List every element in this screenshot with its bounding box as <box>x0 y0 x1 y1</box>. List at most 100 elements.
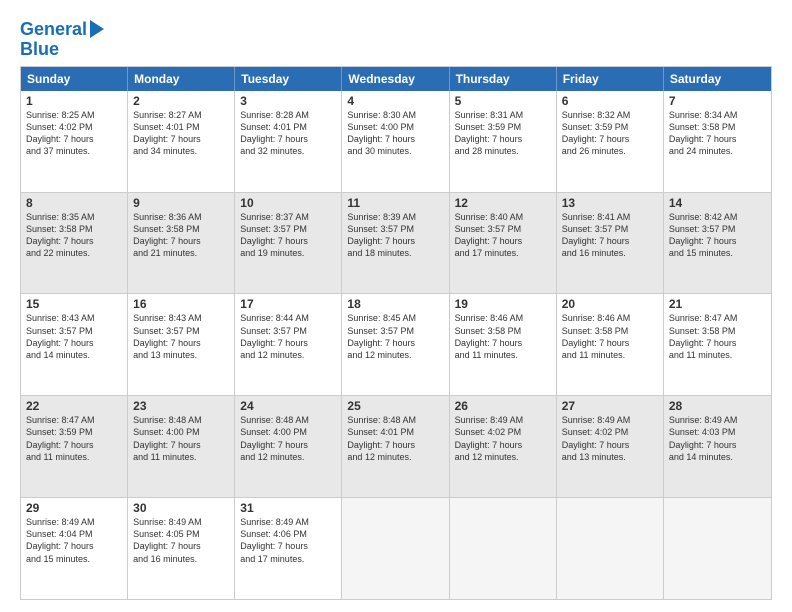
day-number: 30 <box>133 501 229 515</box>
day-number: 6 <box>562 94 658 108</box>
calendar-cell: 8Sunrise: 8:35 AMSunset: 3:58 PMDaylight… <box>21 193 128 294</box>
calendar-cell: 25Sunrise: 8:48 AMSunset: 4:01 PMDayligh… <box>342 396 449 497</box>
header-cell-friday: Friday <box>557 67 664 91</box>
cell-details: Sunrise: 8:28 AMSunset: 4:01 PMDaylight:… <box>240 109 336 158</box>
cell-details: Sunrise: 8:43 AMSunset: 3:57 PMDaylight:… <box>26 312 122 361</box>
day-number: 26 <box>455 399 551 413</box>
calendar-cell: 4Sunrise: 8:30 AMSunset: 4:00 PMDaylight… <box>342 91 449 192</box>
day-number: 3 <box>240 94 336 108</box>
header-cell-sunday: Sunday <box>21 67 128 91</box>
day-number: 12 <box>455 196 551 210</box>
day-number: 5 <box>455 94 551 108</box>
calendar-cell: 12Sunrise: 8:40 AMSunset: 3:57 PMDayligh… <box>450 193 557 294</box>
logo-text-line2: Blue <box>20 40 106 60</box>
cell-details: Sunrise: 8:49 AMSunset: 4:02 PMDaylight:… <box>562 414 658 463</box>
calendar-cell: 3Sunrise: 8:28 AMSunset: 4:01 PMDaylight… <box>235 91 342 192</box>
logo: General Blue <box>20 20 106 60</box>
header: General Blue <box>20 16 772 60</box>
calendar-cell: 30Sunrise: 8:49 AMSunset: 4:05 PMDayligh… <box>128 498 235 599</box>
day-number: 22 <box>26 399 122 413</box>
header-cell-tuesday: Tuesday <box>235 67 342 91</box>
calendar-cell: 14Sunrise: 8:42 AMSunset: 3:57 PMDayligh… <box>664 193 771 294</box>
calendar-cell: 24Sunrise: 8:48 AMSunset: 4:00 PMDayligh… <box>235 396 342 497</box>
day-number: 11 <box>347 196 443 210</box>
day-number: 13 <box>562 196 658 210</box>
cell-details: Sunrise: 8:37 AMSunset: 3:57 PMDaylight:… <box>240 211 336 260</box>
calendar-cell: 7Sunrise: 8:34 AMSunset: 3:58 PMDaylight… <box>664 91 771 192</box>
calendar-cell: 10Sunrise: 8:37 AMSunset: 3:57 PMDayligh… <box>235 193 342 294</box>
day-number: 19 <box>455 297 551 311</box>
cell-details: Sunrise: 8:36 AMSunset: 3:58 PMDaylight:… <box>133 211 229 260</box>
day-number: 7 <box>669 94 766 108</box>
calendar-cell: 1Sunrise: 8:25 AMSunset: 4:02 PMDaylight… <box>21 91 128 192</box>
calendar-cell: 18Sunrise: 8:45 AMSunset: 3:57 PMDayligh… <box>342 294 449 395</box>
calendar-cell: 22Sunrise: 8:47 AMSunset: 3:59 PMDayligh… <box>21 396 128 497</box>
cell-details: Sunrise: 8:49 AMSunset: 4:05 PMDaylight:… <box>133 516 229 565</box>
header-cell-thursday: Thursday <box>450 67 557 91</box>
calendar-row-3: 15Sunrise: 8:43 AMSunset: 3:57 PMDayligh… <box>21 294 771 396</box>
cell-details: Sunrise: 8:42 AMSunset: 3:57 PMDaylight:… <box>669 211 766 260</box>
calendar-header: SundayMondayTuesdayWednesdayThursdayFrid… <box>21 67 771 91</box>
cell-details: Sunrise: 8:30 AMSunset: 4:00 PMDaylight:… <box>347 109 443 158</box>
day-number: 15 <box>26 297 122 311</box>
day-number: 16 <box>133 297 229 311</box>
cell-details: Sunrise: 8:25 AMSunset: 4:02 PMDaylight:… <box>26 109 122 158</box>
calendar-cell: 16Sunrise: 8:43 AMSunset: 3:57 PMDayligh… <box>128 294 235 395</box>
calendar-row-2: 8Sunrise: 8:35 AMSunset: 3:58 PMDaylight… <box>21 193 771 295</box>
day-number: 1 <box>26 94 122 108</box>
calendar-cell: 17Sunrise: 8:44 AMSunset: 3:57 PMDayligh… <box>235 294 342 395</box>
day-number: 17 <box>240 297 336 311</box>
calendar-row-1: 1Sunrise: 8:25 AMSunset: 4:02 PMDaylight… <box>21 91 771 193</box>
calendar-cell: 11Sunrise: 8:39 AMSunset: 3:57 PMDayligh… <box>342 193 449 294</box>
cell-details: Sunrise: 8:31 AMSunset: 3:59 PMDaylight:… <box>455 109 551 158</box>
cell-details: Sunrise: 8:41 AMSunset: 3:57 PMDaylight:… <box>562 211 658 260</box>
cell-details: Sunrise: 8:49 AMSunset: 4:06 PMDaylight:… <box>240 516 336 565</box>
day-number: 14 <box>669 196 766 210</box>
calendar-cell: 5Sunrise: 8:31 AMSunset: 3:59 PMDaylight… <box>450 91 557 192</box>
header-cell-monday: Monday <box>128 67 235 91</box>
cell-details: Sunrise: 8:45 AMSunset: 3:57 PMDaylight:… <box>347 312 443 361</box>
cell-details: Sunrise: 8:46 AMSunset: 3:58 PMDaylight:… <box>562 312 658 361</box>
day-number: 24 <box>240 399 336 413</box>
calendar-cell: 29Sunrise: 8:49 AMSunset: 4:04 PMDayligh… <box>21 498 128 599</box>
logo-text-line1: General <box>20 20 87 40</box>
cell-details: Sunrise: 8:46 AMSunset: 3:58 PMDaylight:… <box>455 312 551 361</box>
day-number: 20 <box>562 297 658 311</box>
cell-details: Sunrise: 8:48 AMSunset: 4:01 PMDaylight:… <box>347 414 443 463</box>
day-number: 31 <box>240 501 336 515</box>
calendar-cell: 6Sunrise: 8:32 AMSunset: 3:59 PMDaylight… <box>557 91 664 192</box>
calendar-cell: 31Sunrise: 8:49 AMSunset: 4:06 PMDayligh… <box>235 498 342 599</box>
day-number: 21 <box>669 297 766 311</box>
cell-details: Sunrise: 8:32 AMSunset: 3:59 PMDaylight:… <box>562 109 658 158</box>
cell-details: Sunrise: 8:49 AMSunset: 4:03 PMDaylight:… <box>669 414 766 463</box>
calendar-cell: 23Sunrise: 8:48 AMSunset: 4:00 PMDayligh… <box>128 396 235 497</box>
day-number: 2 <box>133 94 229 108</box>
calendar-cell <box>342 498 449 599</box>
day-number: 9 <box>133 196 229 210</box>
day-number: 25 <box>347 399 443 413</box>
day-number: 4 <box>347 94 443 108</box>
cell-details: Sunrise: 8:39 AMSunset: 3:57 PMDaylight:… <box>347 211 443 260</box>
cell-details: Sunrise: 8:40 AMSunset: 3:57 PMDaylight:… <box>455 211 551 260</box>
cell-details: Sunrise: 8:49 AMSunset: 4:04 PMDaylight:… <box>26 516 122 565</box>
calendar-cell: 15Sunrise: 8:43 AMSunset: 3:57 PMDayligh… <box>21 294 128 395</box>
cell-details: Sunrise: 8:35 AMSunset: 3:58 PMDaylight:… <box>26 211 122 260</box>
calendar-cell: 28Sunrise: 8:49 AMSunset: 4:03 PMDayligh… <box>664 396 771 497</box>
calendar: SundayMondayTuesdayWednesdayThursdayFrid… <box>20 66 772 600</box>
calendar-cell <box>664 498 771 599</box>
calendar-body: 1Sunrise: 8:25 AMSunset: 4:02 PMDaylight… <box>21 91 771 599</box>
calendar-row-4: 22Sunrise: 8:47 AMSunset: 3:59 PMDayligh… <box>21 396 771 498</box>
day-number: 23 <box>133 399 229 413</box>
cell-details: Sunrise: 8:47 AMSunset: 3:59 PMDaylight:… <box>26 414 122 463</box>
cell-details: Sunrise: 8:47 AMSunset: 3:58 PMDaylight:… <box>669 312 766 361</box>
day-number: 18 <box>347 297 443 311</box>
header-cell-saturday: Saturday <box>664 67 771 91</box>
calendar-cell: 26Sunrise: 8:49 AMSunset: 4:02 PMDayligh… <box>450 396 557 497</box>
calendar-cell: 19Sunrise: 8:46 AMSunset: 3:58 PMDayligh… <box>450 294 557 395</box>
header-cell-wednesday: Wednesday <box>342 67 449 91</box>
calendar-cell <box>450 498 557 599</box>
calendar-cell: 13Sunrise: 8:41 AMSunset: 3:57 PMDayligh… <box>557 193 664 294</box>
cell-details: Sunrise: 8:49 AMSunset: 4:02 PMDaylight:… <box>455 414 551 463</box>
calendar-cell: 27Sunrise: 8:49 AMSunset: 4:02 PMDayligh… <box>557 396 664 497</box>
day-number: 27 <box>562 399 658 413</box>
